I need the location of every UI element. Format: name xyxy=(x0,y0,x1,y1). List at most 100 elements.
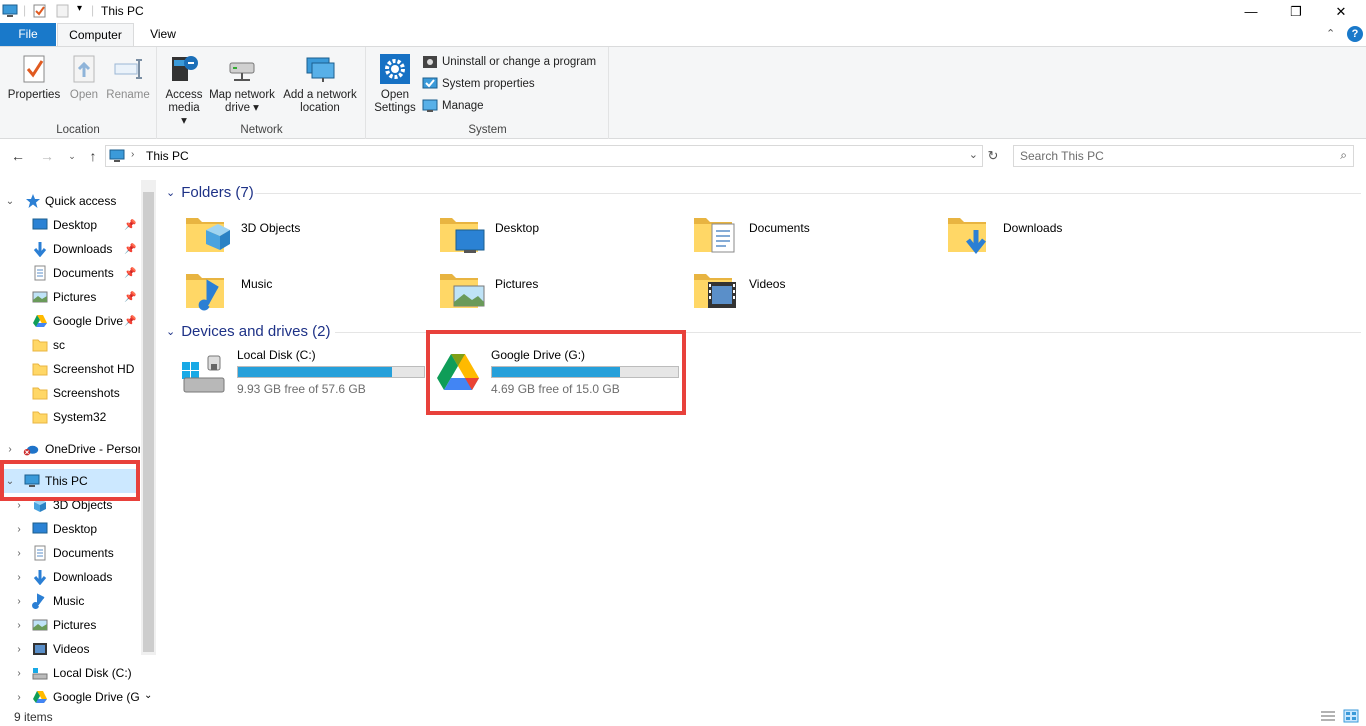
folder-tile-downloads[interactable]: Downloads xyxy=(946,208,1200,260)
tab-view[interactable]: View xyxy=(136,23,190,46)
open-settings-button[interactable]: Open Settings xyxy=(371,53,419,115)
search-input[interactable]: Search This PC ⌕ xyxy=(1013,145,1354,167)
nav-quick-access[interactable]: ⌄ Quick access xyxy=(0,189,140,213)
chevron-down-icon[interactable]: ⌄ xyxy=(4,196,16,207)
nav-pc-desktop[interactable]: › Desktop xyxy=(0,517,140,541)
drive-c-name: Local Disk (C:) xyxy=(237,348,316,362)
chevron-down-icon[interactable]: ⌄ xyxy=(166,325,175,338)
nav-qa-sc[interactable]: sc xyxy=(0,333,140,357)
nav-pc-pictures[interactable]: › Pictures xyxy=(0,613,140,637)
properties-icon xyxy=(23,55,45,83)
nav-scrollbar[interactable] xyxy=(141,180,156,655)
up-button[interactable]: ↑ xyxy=(83,146,103,166)
item-count: 9 items xyxy=(14,710,53,724)
customize-quick-access-icon[interactable]: ▾ xyxy=(77,3,82,14)
recent-locations-button[interactable]: ⌄ xyxy=(62,146,82,166)
nav-item-label: System32 xyxy=(53,410,107,424)
map-network-drive-icon xyxy=(229,62,255,81)
uninstall-program-button[interactable]: Uninstall or change a program xyxy=(422,52,596,72)
tab-computer[interactable]: Computer xyxy=(57,23,134,47)
nav-qa-screenshots[interactable]: Screenshots xyxy=(0,381,140,405)
nav-pc-google-drive-g[interactable]: › Google Drive (G: xyxy=(0,685,140,706)
manage-icon xyxy=(422,99,438,112)
nav-pc-music[interactable]: › Music xyxy=(0,589,140,613)
refresh-button[interactable]: ↻ xyxy=(983,146,1003,166)
pin-icon: 📌 xyxy=(124,291,137,303)
drive-local-disk-c[interactable]: Local Disk (C:) 9.93 GB free of 57.6 GB xyxy=(180,348,434,408)
chevron-right-icon[interactable]: › xyxy=(13,572,25,583)
nav-pc-downloads[interactable]: › Downloads xyxy=(0,565,140,589)
address-bar[interactable]: › This PC ⌄ xyxy=(105,145,983,167)
close-button[interactable]: ✕ xyxy=(1318,0,1364,23)
nav-pc-local-disk-c[interactable]: › Local Disk (C:) xyxy=(0,661,140,685)
nav-scroll-thumb[interactable] xyxy=(143,192,154,652)
chevron-right-icon[interactable]: › xyxy=(4,444,16,455)
scroll-down-icon[interactable]: ⌄ xyxy=(144,690,152,701)
nav-qa-pictures[interactable]: Pictures 📌 xyxy=(0,285,140,309)
search-icon[interactable]: ⌕ xyxy=(1340,148,1347,163)
tab-file[interactable]: File xyxy=(0,23,56,46)
chevron-right-icon[interactable]: › xyxy=(13,548,25,559)
address-dropdown-icon[interactable]: ⌄ xyxy=(969,148,978,161)
folder-tile-videos[interactable]: Videos xyxy=(692,264,946,316)
chevron-down-icon[interactable]: ⌄ xyxy=(166,186,175,199)
restore-button[interactable]: ❐ xyxy=(1273,0,1319,23)
nav-qa-screenshot-hd[interactable]: Screenshot HD xyxy=(0,357,140,381)
chevron-right-icon[interactable]: › xyxy=(13,620,25,631)
chevron-right-icon[interactable]: › xyxy=(13,644,25,655)
map-network-drive-label-1: Map network xyxy=(209,89,275,101)
onedrive-cloud-icon xyxy=(23,445,39,456)
breadcrumb-chevron-icon[interactable]: › xyxy=(131,149,134,160)
back-button[interactable]: ← xyxy=(8,146,28,166)
downloads-icon xyxy=(33,242,47,257)
address-path[interactable]: This PC xyxy=(146,149,189,163)
open-button[interactable]: Open xyxy=(64,53,104,102)
nav-qa-documents[interactable]: Documents 📌 xyxy=(0,261,140,285)
nav-onedrive[interactable]: › OneDrive - Persor xyxy=(0,437,140,461)
map-network-drive-button[interactable]: Map network drive ▾ xyxy=(206,53,278,115)
pictures-icon xyxy=(32,291,48,303)
chevron-right-icon[interactable]: › xyxy=(13,596,25,607)
nav-qa-system32[interactable]: System32 xyxy=(0,405,140,429)
help-icon[interactable]: ? xyxy=(1347,26,1363,42)
forward-button[interactable]: → xyxy=(37,146,57,166)
settings-gear-icon xyxy=(380,54,410,84)
nav-pc-documents[interactable]: › Documents xyxy=(0,541,140,565)
access-media-button[interactable]: Access media ▾ xyxy=(164,53,204,128)
folder-tile-desktop[interactable]: Desktop xyxy=(438,208,692,260)
nav-item-label: Local Disk (C:) xyxy=(53,666,132,680)
nav-qa-downloads[interactable]: Downloads 📌 xyxy=(0,237,140,261)
pin-icon: 📌 xyxy=(124,219,137,231)
system-properties-button[interactable]: System properties xyxy=(422,74,535,94)
folder-tile-3d-objects[interactable]: 3D Objects xyxy=(184,208,438,260)
nav-pc-videos[interactable]: › Videos xyxy=(0,637,140,661)
large-icons-view-icon[interactable] xyxy=(1343,709,1359,723)
nav-qa-google-drive[interactable]: Google Drive 📌 xyxy=(0,309,140,333)
chevron-right-icon[interactable]: › xyxy=(13,668,25,679)
nav-qa-desktop[interactable]: Desktop 📌 xyxy=(0,213,140,237)
folder-tile-pictures[interactable]: Pictures xyxy=(438,264,692,316)
add-network-location-button[interactable]: Add a network location xyxy=(280,53,360,115)
rename-icon xyxy=(114,59,142,79)
folder-tile-documents[interactable]: Documents xyxy=(692,208,946,260)
new-folder-quick-icon[interactable] xyxy=(56,4,70,18)
chevron-right-icon[interactable]: › xyxy=(13,500,25,511)
drives-group-header[interactable]: ⌄ Devices and drives (2) xyxy=(166,323,330,340)
collapse-ribbon-icon[interactable]: ⌃ xyxy=(1326,27,1335,40)
folder-tile-music[interactable]: Music xyxy=(184,264,438,316)
open-settings-label-2: Settings xyxy=(374,102,416,114)
nav-item-label: Desktop xyxy=(53,218,98,232)
details-view-icon[interactable] xyxy=(1320,710,1336,722)
chevron-right-icon[interactable]: › xyxy=(13,524,25,535)
properties-button[interactable]: Properties xyxy=(6,53,62,102)
chevron-right-icon[interactable]: › xyxy=(13,692,25,703)
desktop-icon xyxy=(32,522,48,534)
rename-button[interactable]: Rename xyxy=(106,53,150,102)
nav-onedrive-label: OneDrive - Persor xyxy=(45,442,140,456)
minimize-button[interactable]: — xyxy=(1228,0,1274,23)
folder-pictures-icon xyxy=(440,274,485,308)
properties-quick-icon[interactable] xyxy=(33,4,47,18)
manage-button[interactable]: Manage xyxy=(422,96,484,116)
drives-header-label: Devices and drives (2) xyxy=(181,323,331,340)
folders-group-header[interactable]: ⌄ Folders (7) xyxy=(166,184,254,201)
